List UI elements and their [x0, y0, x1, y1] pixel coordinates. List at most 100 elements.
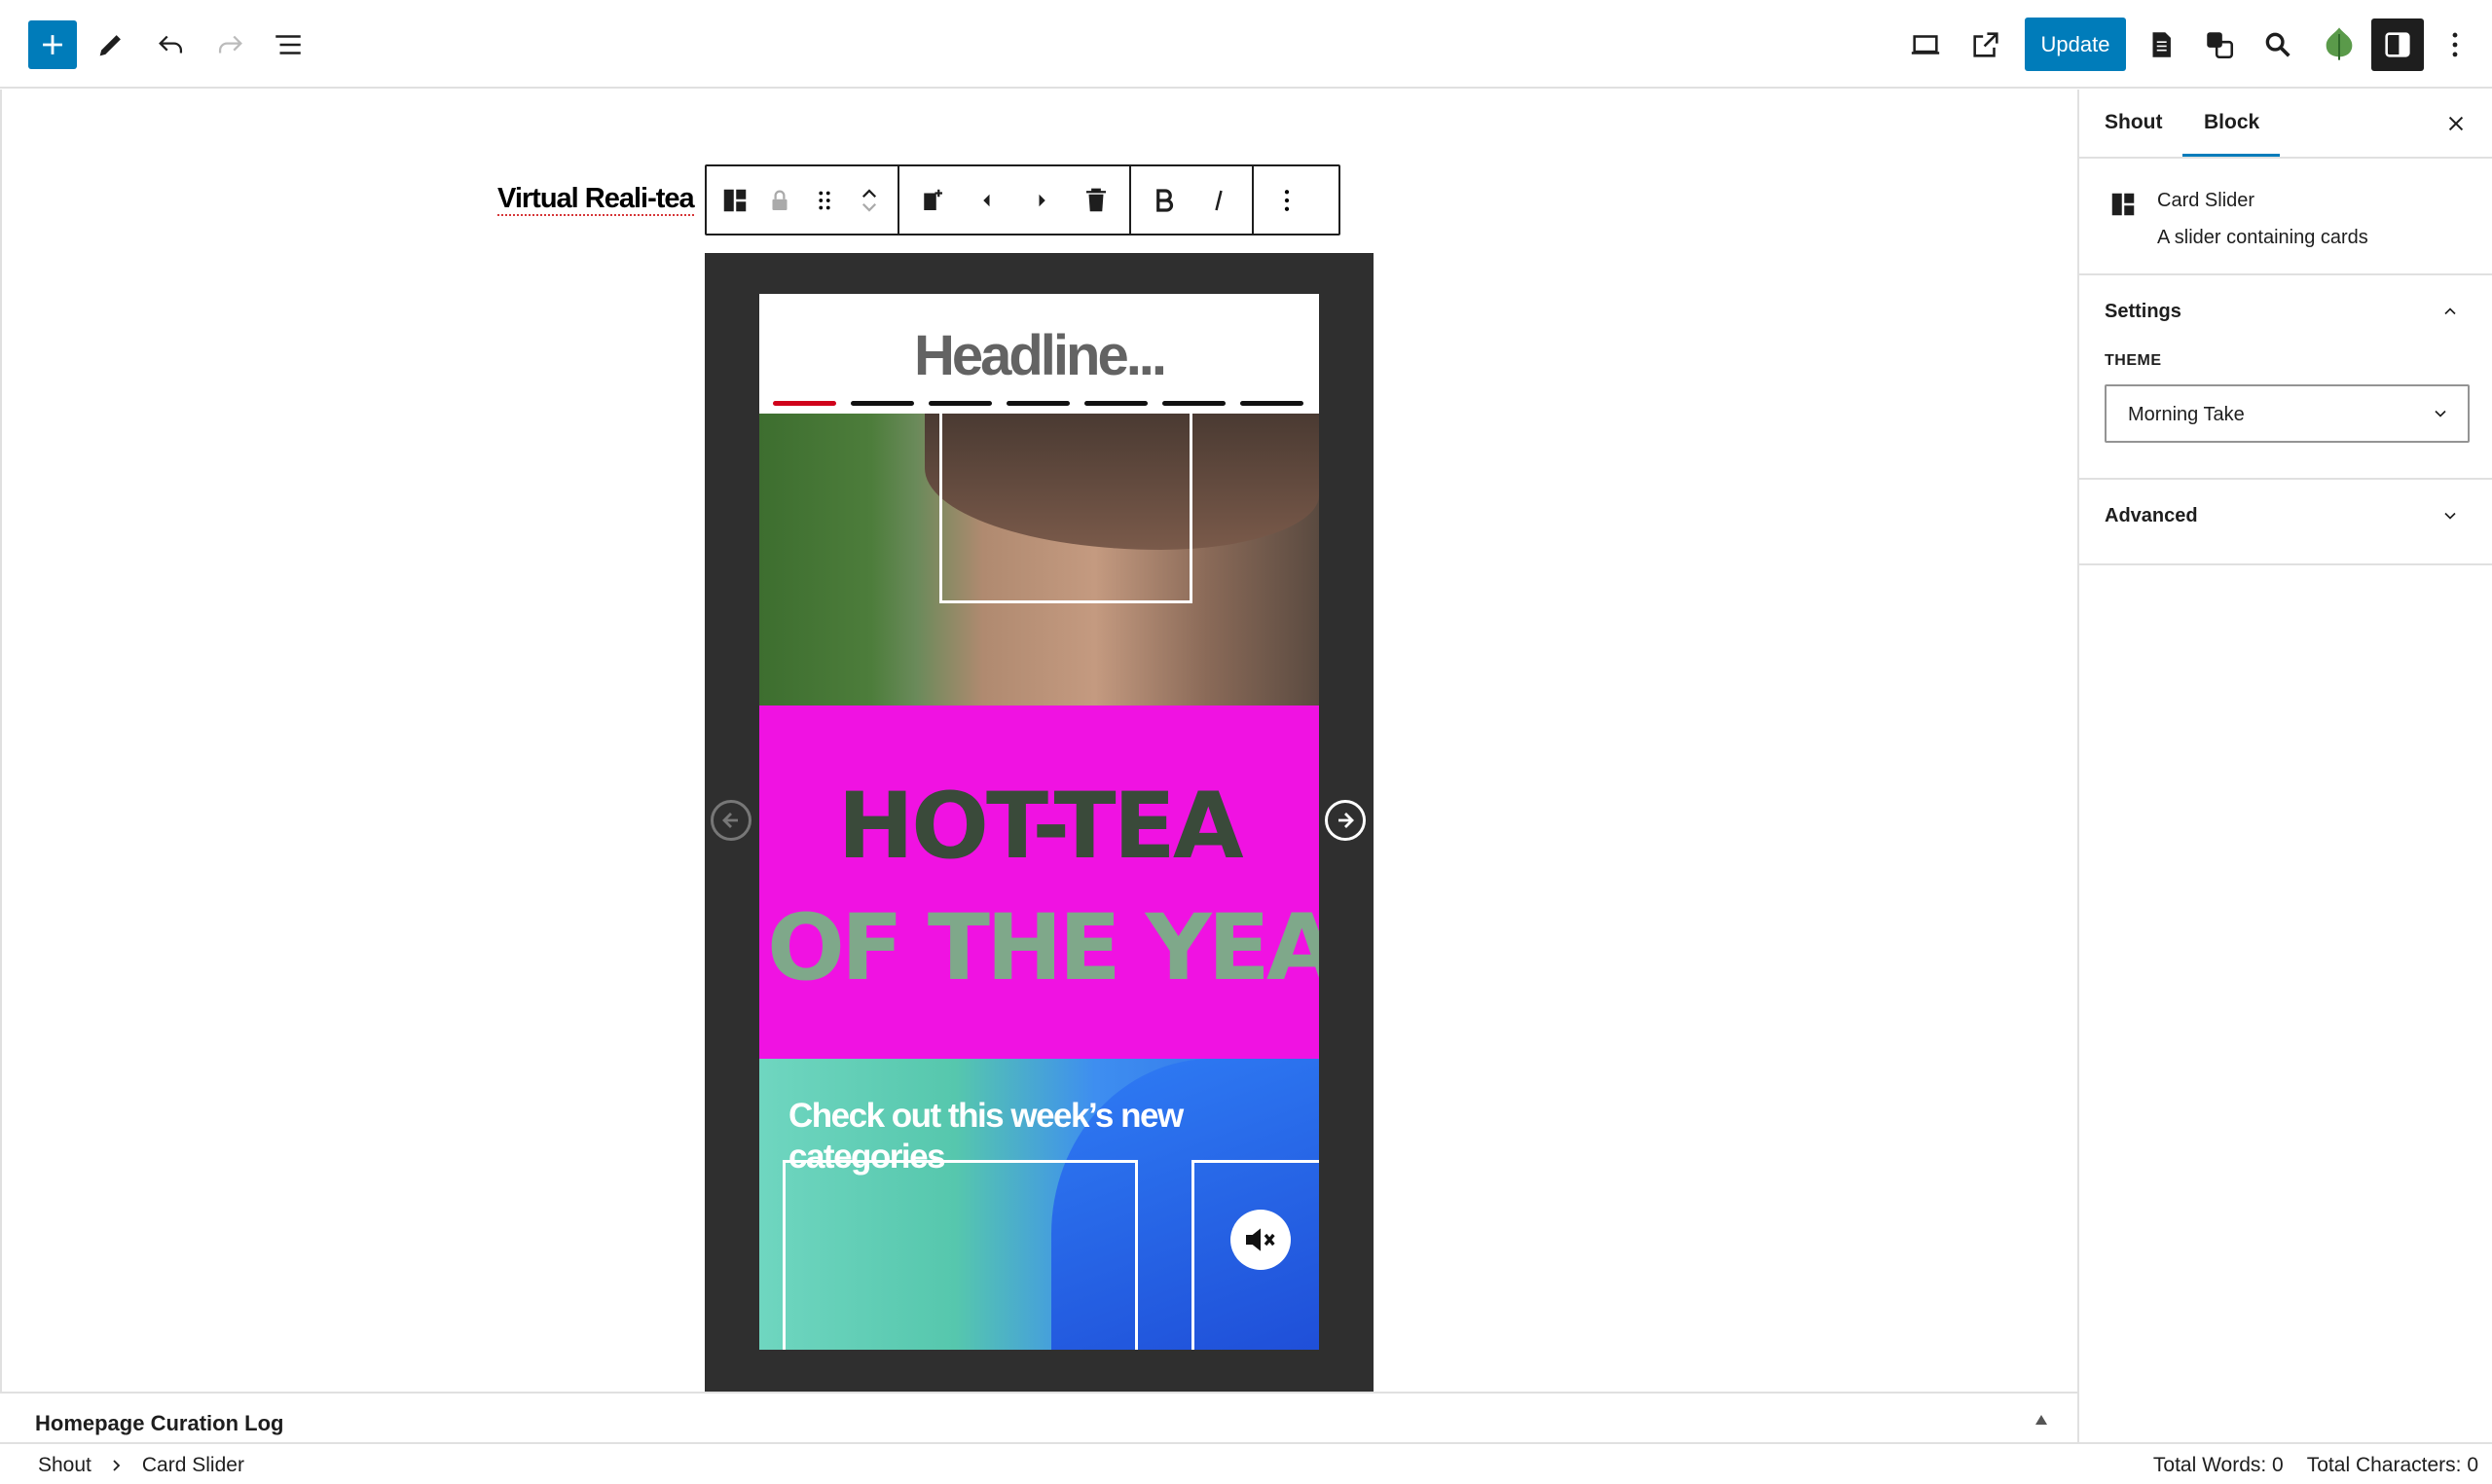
leaf-avatar-icon [2326, 27, 2353, 60]
caret-left-icon [983, 194, 990, 206]
settings-panel-icon [2385, 32, 2410, 57]
total-characters: Total Characters: 0 [2306, 1454, 2478, 1476]
progress-segment [1240, 401, 1303, 406]
delete-card-button[interactable] [1069, 171, 1123, 230]
card-slider-icon [2111, 193, 2135, 216]
meta-panel-title[interactable]: Homepage Curation Log [35, 1411, 283, 1436]
italic-icon [1215, 190, 1223, 210]
undo-button[interactable] [146, 19, 197, 70]
advanced-panel-toggle[interactable] [2436, 501, 2465, 530]
previous-card-button[interactable] [960, 171, 1014, 230]
block-card: Card Slider A slider containing cards [2079, 159, 2492, 275]
word-counts: Total Words: 0 Total Characters: 0 [2153, 1454, 2478, 1477]
card-photo-top [759, 414, 1319, 707]
chevron-down-icon [2435, 410, 2446, 417]
progress-segment [773, 401, 836, 406]
block-toolbar-group-options [1254, 166, 1320, 234]
total-words: Total Words: 0 [2152, 1454, 2284, 1476]
block-toolbar-group-format [1131, 166, 1254, 234]
close-sidebar-button[interactable] [2439, 107, 2473, 140]
add-card-button[interactable] [905, 171, 960, 230]
add-block-button[interactable] [28, 20, 77, 69]
translate-icon [2207, 32, 2234, 59]
slider-next-button[interactable] [1325, 800, 1366, 841]
trash-icon [1086, 188, 1106, 211]
tab-shout[interactable]: Shout [2105, 111, 2162, 134]
advanced-panel-heading[interactable]: Advanced [2105, 505, 2198, 527]
arrow-left-icon [722, 813, 738, 828]
post-title[interactable]: Virtual Reali-tea [497, 183, 695, 216]
drag-handle[interactable] [802, 171, 847, 230]
move-up-down-button[interactable] [847, 171, 892, 230]
search-button[interactable] [2253, 19, 2303, 70]
settings-sidebar: Shout Block Card Slider A slider contain… [2077, 90, 2492, 1442]
search-icon [2265, 32, 2290, 57]
chevron-down-icon [2444, 512, 2456, 520]
meta-boxes-panel: Homepage Curation Log [0, 1392, 2077, 1442]
document-button[interactable] [2136, 19, 2186, 70]
breadcrumb-item[interactable]: Shout [38, 1454, 92, 1477]
translate-button[interactable] [2194, 19, 2245, 70]
close-icon [2448, 116, 2464, 131]
chevron-up-down-icon [861, 188, 877, 212]
lock-button[interactable] [757, 171, 802, 230]
desktop-preview-icon [1911, 35, 1940, 54]
edit-icon [99, 35, 121, 56]
settings-panel: Settings [2079, 275, 2492, 480]
sidebar-tabs: Shout Block [2079, 90, 2492, 159]
post-title-text: Virtual Reali-tea [497, 183, 695, 216]
meta-panel-toggle[interactable] [2034, 1413, 2048, 1430]
progress-segment [929, 401, 992, 406]
photo-frame-overlay [783, 1160, 1138, 1350]
editor-footer: Shout Card Slider Total Words: 0 Total C… [0, 1442, 2492, 1484]
document-icon [2152, 32, 2171, 57]
italic-button[interactable] [1191, 171, 1246, 230]
settings-panel-toggle[interactable] [2436, 297, 2465, 326]
next-card-button[interactable] [1014, 171, 1069, 230]
block-card-description: A slider containing cards [2157, 227, 2368, 248]
undo-icon [159, 35, 183, 54]
card-tagline: Check out this week’s new categories [788, 1097, 1184, 1176]
bold-button[interactable] [1137, 171, 1191, 230]
tools-button[interactable] [86, 19, 136, 70]
block-toolbar [705, 164, 1340, 235]
card-header: Headline... [759, 294, 1319, 414]
card-photo-bottom: Check out this week’s new categories [759, 1059, 1319, 1350]
progress-segment [851, 401, 914, 406]
breadcrumb-item[interactable]: Card Slider [142, 1454, 244, 1477]
hero-line-1: HOT-TEA [837, 774, 1243, 880]
list-view-button[interactable] [263, 19, 313, 70]
more-options-button[interactable] [2430, 19, 2480, 70]
mute-button[interactable] [1230, 1210, 1291, 1270]
plugin-avatar-button[interactable] [2317, 21, 2362, 66]
view-post-button[interactable] [1961, 19, 2011, 70]
settings-toggle-button[interactable] [2371, 18, 2424, 71]
photo-frame-overlay [939, 414, 1192, 603]
preview-device-button[interactable] [1900, 19, 1951, 70]
theme-select[interactable]: Morning Take [2105, 384, 2470, 443]
story-progress [773, 401, 1303, 406]
card-headline[interactable]: Headline... [759, 323, 1319, 388]
more-vertical-icon [1284, 189, 1290, 211]
speaker-muted-icon [1246, 1228, 1275, 1251]
block-type-button[interactable] [713, 171, 757, 230]
hero-line-2: OF THE YEAR [767, 895, 1319, 1001]
drag-icon [819, 191, 830, 209]
settings-panel-heading[interactable]: Settings [2105, 301, 2181, 323]
bold-icon [1156, 188, 1174, 212]
add-card-icon [924, 189, 942, 210]
block-card-title: Card Slider [2157, 190, 2255, 211]
block-toolbar-group-cards [899, 166, 1131, 234]
tab-block[interactable]: Block [2204, 111, 2259, 134]
block-options-button[interactable] [1260, 171, 1314, 230]
more-options-icon [2452, 32, 2458, 57]
arrow-right-icon [1338, 813, 1354, 828]
advanced-panel: Advanced [2079, 480, 2492, 565]
slider-card[interactable]: Headline... HOT-TEA OF THE YEAR Check ou… [759, 294, 1319, 1350]
redo-button[interactable] [204, 19, 255, 70]
card-slider-icon [723, 189, 747, 211]
caret-right-icon [1039, 194, 1045, 206]
lock-icon [772, 190, 788, 210]
slider-prev-button[interactable] [711, 800, 751, 841]
update-button[interactable]: Update [2025, 18, 2126, 71]
